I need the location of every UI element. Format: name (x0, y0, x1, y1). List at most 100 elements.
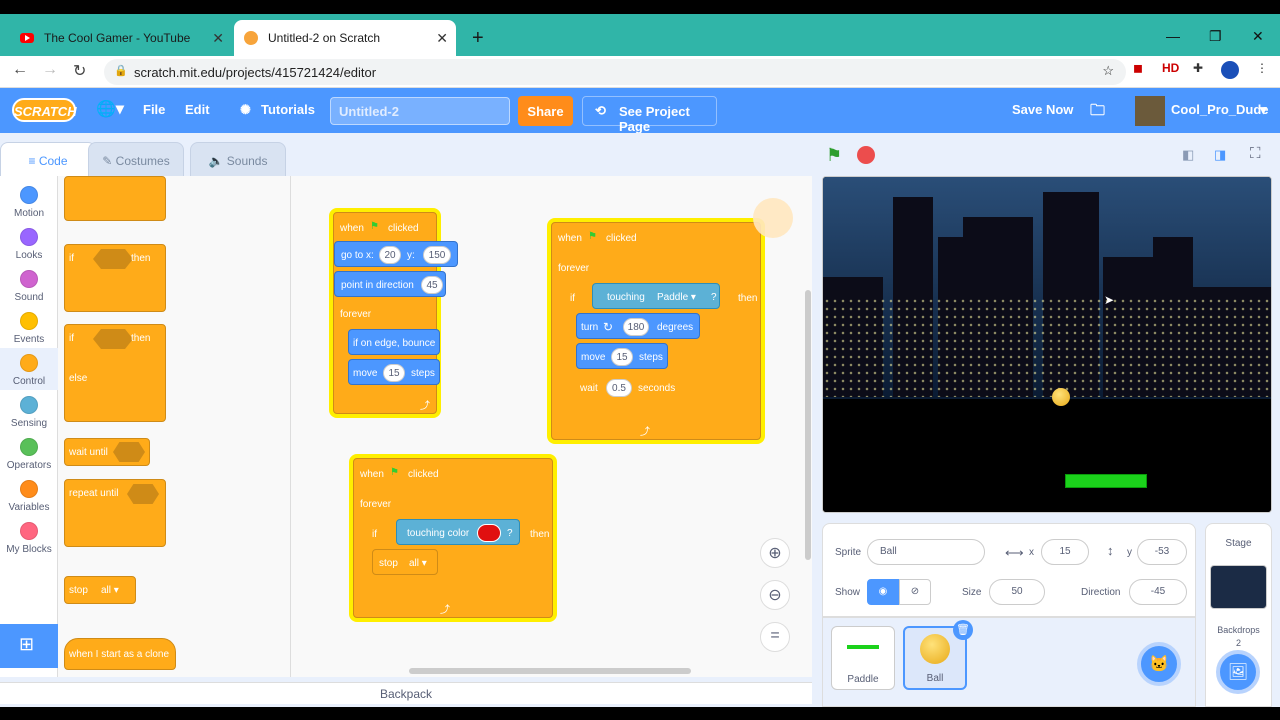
touching-target-dropdown[interactable]: Paddle ▾ (657, 292, 696, 303)
new-tab-button[interactable]: + (462, 20, 494, 56)
palette-if-then-block[interactable]: if then (64, 244, 166, 312)
color-swatch[interactable] (477, 524, 501, 542)
hd-extension-icon[interactable]: HD (1162, 61, 1179, 75)
choose-sprite-button[interactable]: 🐱 (1137, 642, 1181, 686)
restore-icon[interactable]: ❐ (1209, 28, 1222, 45)
category-events[interactable]: Events (0, 306, 58, 348)
palette-repeat-until-block[interactable]: repeat until (64, 479, 166, 547)
file-menu[interactable]: File (143, 102, 165, 117)
turn-block[interactable]: turn ↻ 180 degrees (576, 313, 700, 339)
green-flag-run-icon[interactable]: ⚑ (826, 145, 842, 166)
palette-c-block[interactable] (64, 176, 166, 221)
avatar[interactable] (1135, 96, 1165, 126)
size-input[interactable]: 50 (989, 579, 1045, 605)
x-input[interactable]: 15 (1041, 539, 1089, 565)
close-window-icon[interactable]: ✕ (1252, 28, 1264, 45)
menu-kebab-icon[interactable]: ⋮ (1256, 61, 1268, 75)
username[interactable]: Cool_Pro_Dude (1171, 102, 1269, 117)
my-stuff-folder-icon[interactable]: 🗀 (1090, 100, 1105, 125)
steps-input[interactable]: 15 (383, 364, 405, 382)
steps-input[interactable]: 15 (611, 348, 633, 366)
language-globe-icon[interactable]: 🌐▾ (96, 99, 124, 119)
degrees-input[interactable]: 180 (623, 318, 649, 336)
stage-panel[interactable]: Stage Backdrops 2 🖼 (1205, 523, 1272, 707)
stop-block[interactable]: stop all ▾ (372, 549, 438, 575)
see-project-page-button[interactable]: ⟲ See Project Page (582, 96, 717, 134)
move-steps-block[interactable]: move 15 steps (348, 359, 440, 385)
palette-wait-until-block[interactable]: wait until (64, 438, 150, 466)
fullscreen-icon[interactable]: ⛶ (1250, 145, 1261, 162)
close-tab-icon[interactable]: ✕ (436, 30, 448, 47)
palette-clone-hat-block[interactable]: when I start as a clone (64, 638, 176, 670)
script-paddle-bounce[interactable]: when ⚑ clicked forever if touching Paddl… (551, 222, 761, 440)
category-sound[interactable]: Sound (0, 264, 58, 306)
script-ball-start[interactable]: when ⚑ clicked go to x: 20 y: 150 point … (333, 212, 458, 414)
browser-tab-youtube[interactable]: The Cool Gamer - YouTube ✕ (10, 20, 232, 56)
account-chevron-down-icon[interactable]: ▾ (1260, 102, 1267, 118)
goto-xy-block[interactable]: go to x: 20 y: 150 (334, 241, 458, 267)
url-field[interactable]: 🔒 scratch.mit.edu/projects/415721424/edi… (104, 59, 1126, 85)
zoom-reset-button[interactable]: = (760, 622, 790, 652)
zoom-in-button[interactable]: ⊕ (760, 538, 790, 568)
minimize-icon[interactable]: — (1166, 28, 1180, 44)
zoom-out-button[interactable]: ⊖ (760, 580, 790, 610)
backpack-bar[interactable]: Backpack (0, 682, 812, 704)
tab-code[interactable]: ≡ Code (0, 142, 96, 178)
project-title-input[interactable]: Untitled-2 (330, 97, 510, 125)
forward-icon[interactable]: → (42, 61, 58, 79)
vertical-scrollbar[interactable] (805, 290, 811, 560)
y-input[interactable]: 150 (423, 246, 451, 264)
sprite-thumb-paddle[interactable]: Paddle (831, 626, 895, 690)
choose-backdrop-button[interactable]: 🖼 (1216, 650, 1260, 694)
edit-menu[interactable]: Edit (185, 102, 210, 117)
reload-icon[interactable]: ↻ (73, 61, 86, 81)
category-control[interactable]: Control (0, 348, 58, 390)
large-stage-icon[interactable]: ◨ (1214, 147, 1226, 163)
category-my-blocks[interactable]: My Blocks (0, 516, 58, 558)
direction-input[interactable]: -45 (1129, 579, 1187, 605)
stop-sign-icon[interactable] (857, 146, 875, 164)
ball-sprite[interactable] (1052, 388, 1070, 406)
save-now-button[interactable]: Save Now (1012, 102, 1073, 117)
category-sensing[interactable]: Sensing (0, 390, 58, 432)
extensions-icon[interactable]: ✚ (1193, 61, 1203, 75)
point-direction-block[interactable]: point in direction 45 (334, 271, 446, 297)
tab-costumes[interactable]: ✎ Costumes (88, 142, 184, 178)
profile-icon[interactable] (1221, 61, 1239, 79)
wait-seconds-input[interactable]: 0.5 (606, 379, 632, 397)
category-operators[interactable]: Operators (0, 432, 58, 474)
show-hidden-button[interactable]: ⊘ (899, 579, 931, 605)
sprite-name-input[interactable]: Ball (867, 539, 985, 565)
tutorials-button[interactable]: Tutorials (261, 102, 315, 117)
stage[interactable]: ➤ (822, 176, 1272, 513)
script-lose-check[interactable]: when ⚑ clicked forever if touching color… (353, 458, 553, 618)
y-input[interactable]: -53 (1137, 539, 1187, 565)
palette-if-else-block[interactable]: if then else (64, 324, 166, 422)
small-stage-icon[interactable]: ◧ (1182, 147, 1194, 163)
bounce-block[interactable]: if on edge, bounce (348, 329, 440, 355)
trash-icon[interactable]: 🗑 (953, 620, 973, 640)
category-motion[interactable]: Motion (0, 180, 58, 222)
x-input[interactable]: 20 (379, 246, 401, 264)
paddle-sprite[interactable] (1065, 474, 1147, 488)
pocket-icon[interactable]: ◼ (1133, 61, 1143, 75)
star-icon[interactable]: ☆ (1102, 63, 1114, 79)
stop-dropdown[interactable]: all ▾ (409, 558, 427, 569)
move-steps-block[interactable]: move 15 steps (576, 343, 668, 369)
sprite-thumb-ball[interactable]: Ball 🗑 (903, 620, 973, 690)
touching-color-sensor[interactable]: touching color ? (396, 519, 520, 545)
scratch-logo[interactable]: SCRATCH (12, 98, 77, 122)
add-extension-button[interactable]: ⊞ (0, 624, 58, 668)
stop-dropdown[interactable]: all ▾ (101, 585, 119, 596)
tab-sounds[interactable]: 🔈 Sounds (190, 142, 286, 178)
touching-sensor[interactable]: touching Paddle ▾ ? (592, 283, 720, 309)
show-visible-button[interactable]: ◉ (867, 579, 899, 605)
browser-tab-scratch[interactable]: Untitled-2 on Scratch ✕ (234, 20, 456, 56)
back-icon[interactable]: ← (12, 61, 28, 79)
palette-stop-block[interactable]: stop all ▾ (64, 576, 136, 604)
direction-input[interactable]: 45 (421, 276, 443, 294)
category-looks[interactable]: Looks (0, 222, 58, 264)
category-variables[interactable]: Variables (0, 474, 58, 516)
horizontal-scrollbar[interactable] (409, 668, 691, 674)
share-button[interactable]: Share (518, 96, 573, 126)
